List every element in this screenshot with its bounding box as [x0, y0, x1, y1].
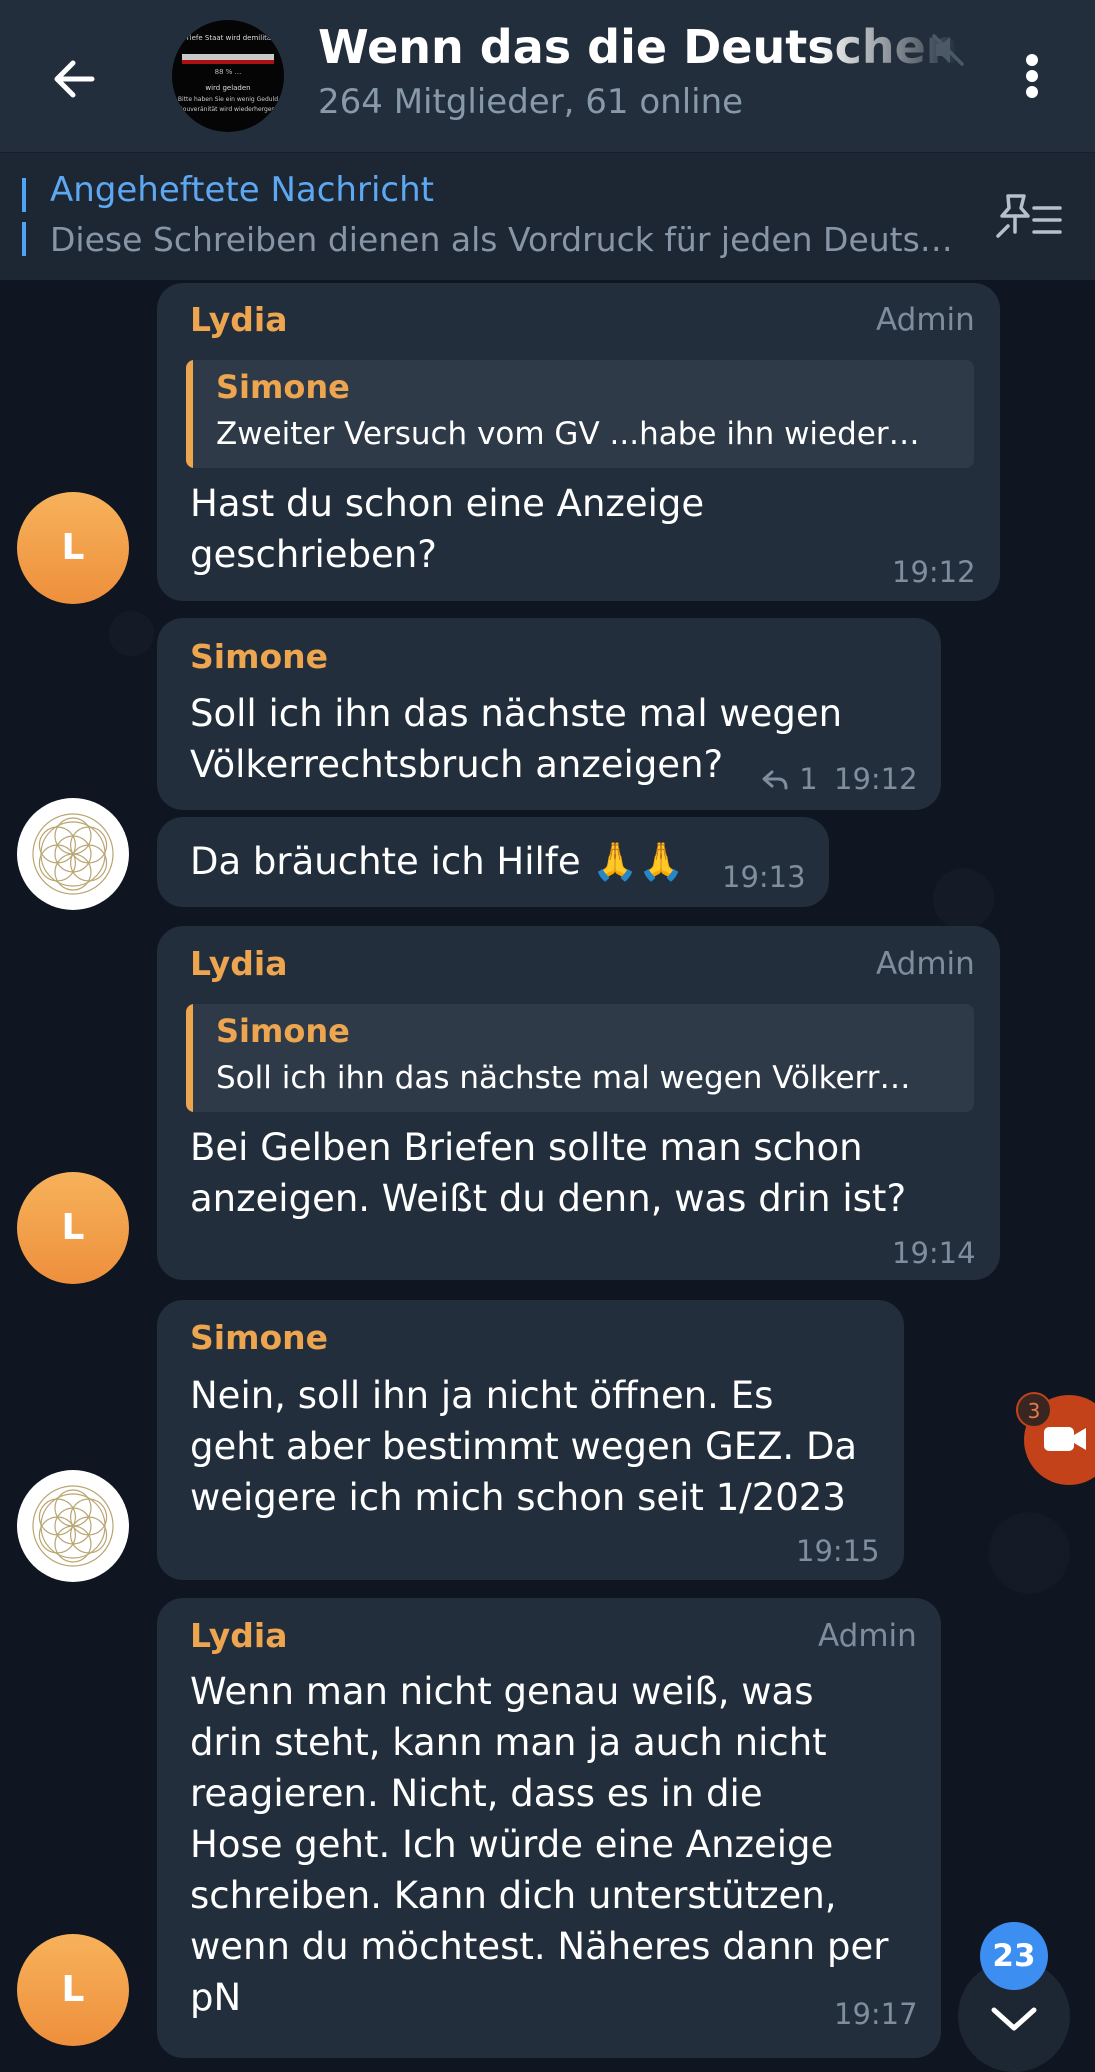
message-text: Hast du schon eine Anzeige geschrieben? — [190, 482, 705, 576]
quote-text: Soll ich ihn das nächste mal wegen Völke… — [216, 1060, 911, 1096]
admin-badge: Admin — [818, 1618, 917, 1654]
admin-badge: Admin — [876, 302, 975, 338]
flower-of-life-icon — [32, 1485, 114, 1567]
pinned-indicator — [22, 178, 26, 256]
back-button[interactable] — [40, 44, 110, 114]
pinned-list-button[interactable] — [994, 190, 1066, 242]
arrow-left-icon — [54, 60, 95, 98]
message-text: Da bräuchte ich Hilfe 🙏🙏 — [190, 840, 685, 883]
message-text: Soll ich ihn das nächste mal wegen Völke… — [190, 692, 843, 786]
menu-dot — [1026, 86, 1038, 98]
group-avatar[interactable]: er Tiefe Staat wird demilital... 88 % ..… — [172, 20, 284, 132]
more-vertical-icon — [1026, 54, 1038, 66]
avatar-loading-text: wird geladen — [205, 84, 251, 92]
reply-arrow-icon — [762, 770, 788, 790]
sender-name[interactable]: Simone — [190, 637, 328, 676]
video-chat-badge: 3 — [1016, 1392, 1052, 1428]
sender-name[interactable]: Simone — [190, 1318, 328, 1357]
group-subtitle: 264 Mitglieder, 61 online — [318, 82, 744, 122]
avatar[interactable]: L — [17, 1934, 129, 2046]
group-title[interactable]: Wenn das die Deutschen wü — [318, 20, 958, 80]
quote-sender: Simone — [216, 1012, 350, 1050]
message-time: 19:14 — [892, 1236, 976, 1270]
avatar-progress-text: 88 % ... — [214, 68, 242, 76]
pinned-title: Angeheftete Nachricht — [50, 170, 434, 210]
message-time: 19:12 — [892, 555, 976, 589]
avatar[interactable]: L — [17, 492, 129, 604]
message-text: Wenn man nicht genau weiß, was drin steh… — [190, 1670, 889, 2019]
pinned-text: Diese Schreiben dienen als Vordruck für … — [50, 220, 970, 259]
avatar[interactable] — [17, 1470, 129, 1582]
quote-sender: Simone — [216, 368, 350, 406]
message-time: 19:17 — [834, 1997, 918, 2031]
chat-header: er Tiefe Staat wird demilital... 88 % ..… — [0, 0, 1095, 152]
avatar-caption-2: Bitte haben Sie ein wenig Geduld — [177, 96, 279, 103]
message-text: Nein, soll ihn ja nicht öffnen. Es geht … — [190, 1374, 858, 1519]
sender-name[interactable]: Lydia — [190, 944, 288, 983]
avatar[interactable] — [17, 798, 129, 910]
flower-of-life-icon — [32, 813, 114, 895]
reply-count-value: 1 — [799, 762, 818, 796]
avatar-caption-3: Souveränität wird wiederhergest — [178, 106, 278, 113]
message-time: 19:15 — [796, 1534, 880, 1568]
message-text: Bei Gelben Briefen sollte man schon anze… — [190, 1126, 907, 1220]
quote-text: Zweiter Versuch vom GV ...habe ihn wiede… — [216, 416, 920, 452]
avatar-caption: er Tiefe Staat wird demilital... — [176, 34, 280, 42]
message-time: 19:13 — [722, 860, 806, 894]
sender-name[interactable]: Lydia — [190, 300, 288, 339]
message-time: 19:12 — [834, 762, 918, 796]
pin-list-icon — [996, 194, 1062, 238]
unread-count-badge[interactable]: 23 — [980, 1922, 1048, 1990]
avatar[interactable]: L — [17, 1172, 129, 1284]
reply-quote[interactable]: Simone Zweiter Versuch vom GV ...habe ih… — [186, 360, 974, 468]
avatar-progress-stripe — [182, 60, 274, 64]
menu-dot — [1026, 70, 1038, 82]
admin-badge: Admin — [876, 946, 975, 982]
speaker-muted-icon — [930, 30, 966, 70]
more-menu-button[interactable] — [1010, 40, 1054, 110]
sender-name[interactable]: Lydia — [190, 1616, 288, 1655]
reply-count[interactable]: 1 — [760, 762, 818, 796]
reply-quote[interactable]: Simone Soll ich ihn das nächste mal wege… — [186, 1004, 974, 1112]
